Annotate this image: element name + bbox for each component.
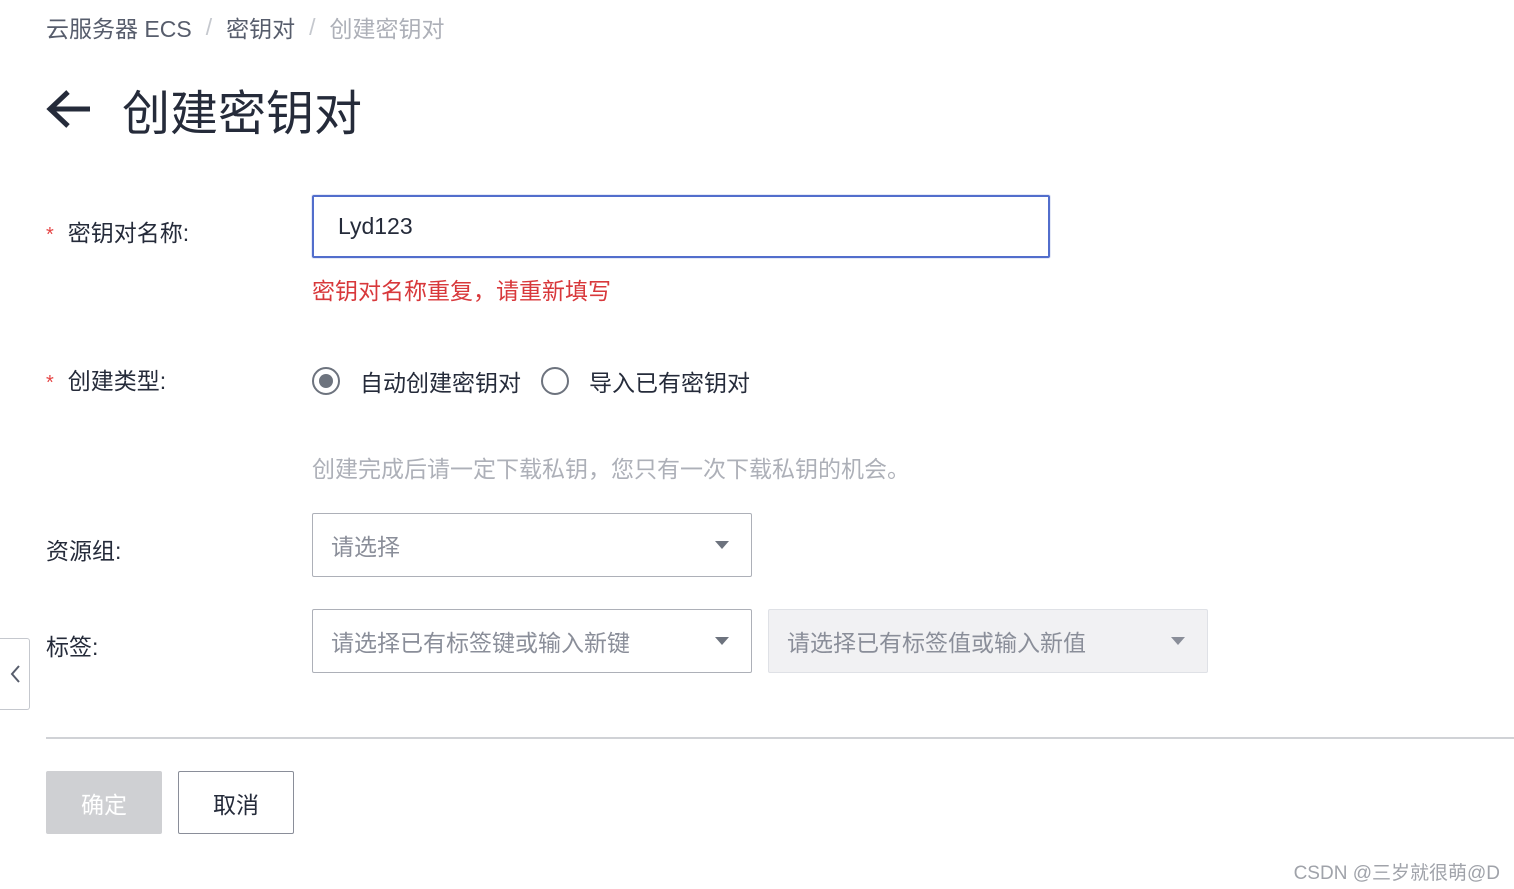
sidebar-toggle-button[interactable]	[0, 638, 30, 710]
caret-down-icon	[715, 637, 729, 645]
keypair-name-label: * 密钥对名称:	[46, 214, 189, 248]
breadcrumb-item-current: 创建密钥对	[329, 16, 445, 42]
keypair-name-input[interactable]	[312, 195, 1050, 258]
back-button[interactable]	[46, 80, 94, 138]
radio-checked-icon[interactable]	[312, 367, 340, 395]
radio-import-existing-label[interactable]: 导入已有密钥对	[589, 364, 750, 398]
caret-down-icon	[715, 541, 729, 549]
confirm-button[interactable]: 确定	[46, 771, 162, 834]
tag-value-select: 请选择已有标签值或输入新值	[768, 609, 1208, 673]
radio-unchecked-icon[interactable]	[541, 367, 569, 395]
radio-import-existing[interactable]: 导入已有密钥对	[541, 364, 750, 398]
resource-group-select[interactable]: 请选择	[312, 513, 752, 577]
watermark: CSDN @三岁就很萌@D	[1293, 863, 1500, 884]
breadcrumb-separator: /	[205, 13, 213, 40]
resource-group-placeholder: 请选择	[331, 534, 400, 560]
breadcrumb: 云服务器 ECS / 密钥对 / 创建密钥对	[46, 10, 444, 44]
tags-label: 标签:	[46, 634, 99, 660]
chevron-left-icon	[10, 665, 20, 683]
tag-value-placeholder: 请选择已有标签值或输入新值	[787, 630, 1086, 656]
footer-divider	[46, 737, 1514, 739]
required-mark: *	[46, 224, 54, 246]
tag-key-placeholder: 请选择已有标签键或输入新键	[331, 630, 630, 656]
radio-auto-create[interactable]: 自动创建密钥对	[312, 364, 521, 398]
create-type-label: * 创建类型:	[46, 362, 166, 396]
breadcrumb-item-ecs[interactable]: 云服务器 ECS	[46, 10, 192, 44]
keypair-name-label-text: 密钥对名称:	[67, 220, 190, 246]
breadcrumb-item-keypairs[interactable]: 密钥对	[226, 10, 295, 44]
page-title: 创建密钥对	[122, 88, 363, 141]
caret-down-icon	[1171, 637, 1185, 645]
create-type-label-text: 创建类型:	[67, 368, 167, 394]
tag-key-select[interactable]: 请选择已有标签键或输入新键	[312, 609, 752, 673]
keypair-name-error: 密钥对名称重复，请重新填写	[312, 278, 611, 304]
breadcrumb-separator: /	[309, 13, 316, 40]
resource-group-label: 资源组:	[46, 538, 122, 564]
page-header: 创建密钥对	[46, 74, 362, 144]
cancel-button[interactable]: 取消	[178, 771, 294, 834]
create-type-radio-group: 自动创建密钥对 导入已有密钥对	[312, 364, 770, 398]
required-mark: *	[46, 372, 54, 394]
create-type-hint: 创建完成后请一定下载私钥，您只有一次下载私钥的机会。	[312, 456, 910, 482]
arrow-left-icon	[46, 90, 90, 128]
radio-auto-create-label[interactable]: 自动创建密钥对	[360, 364, 521, 398]
